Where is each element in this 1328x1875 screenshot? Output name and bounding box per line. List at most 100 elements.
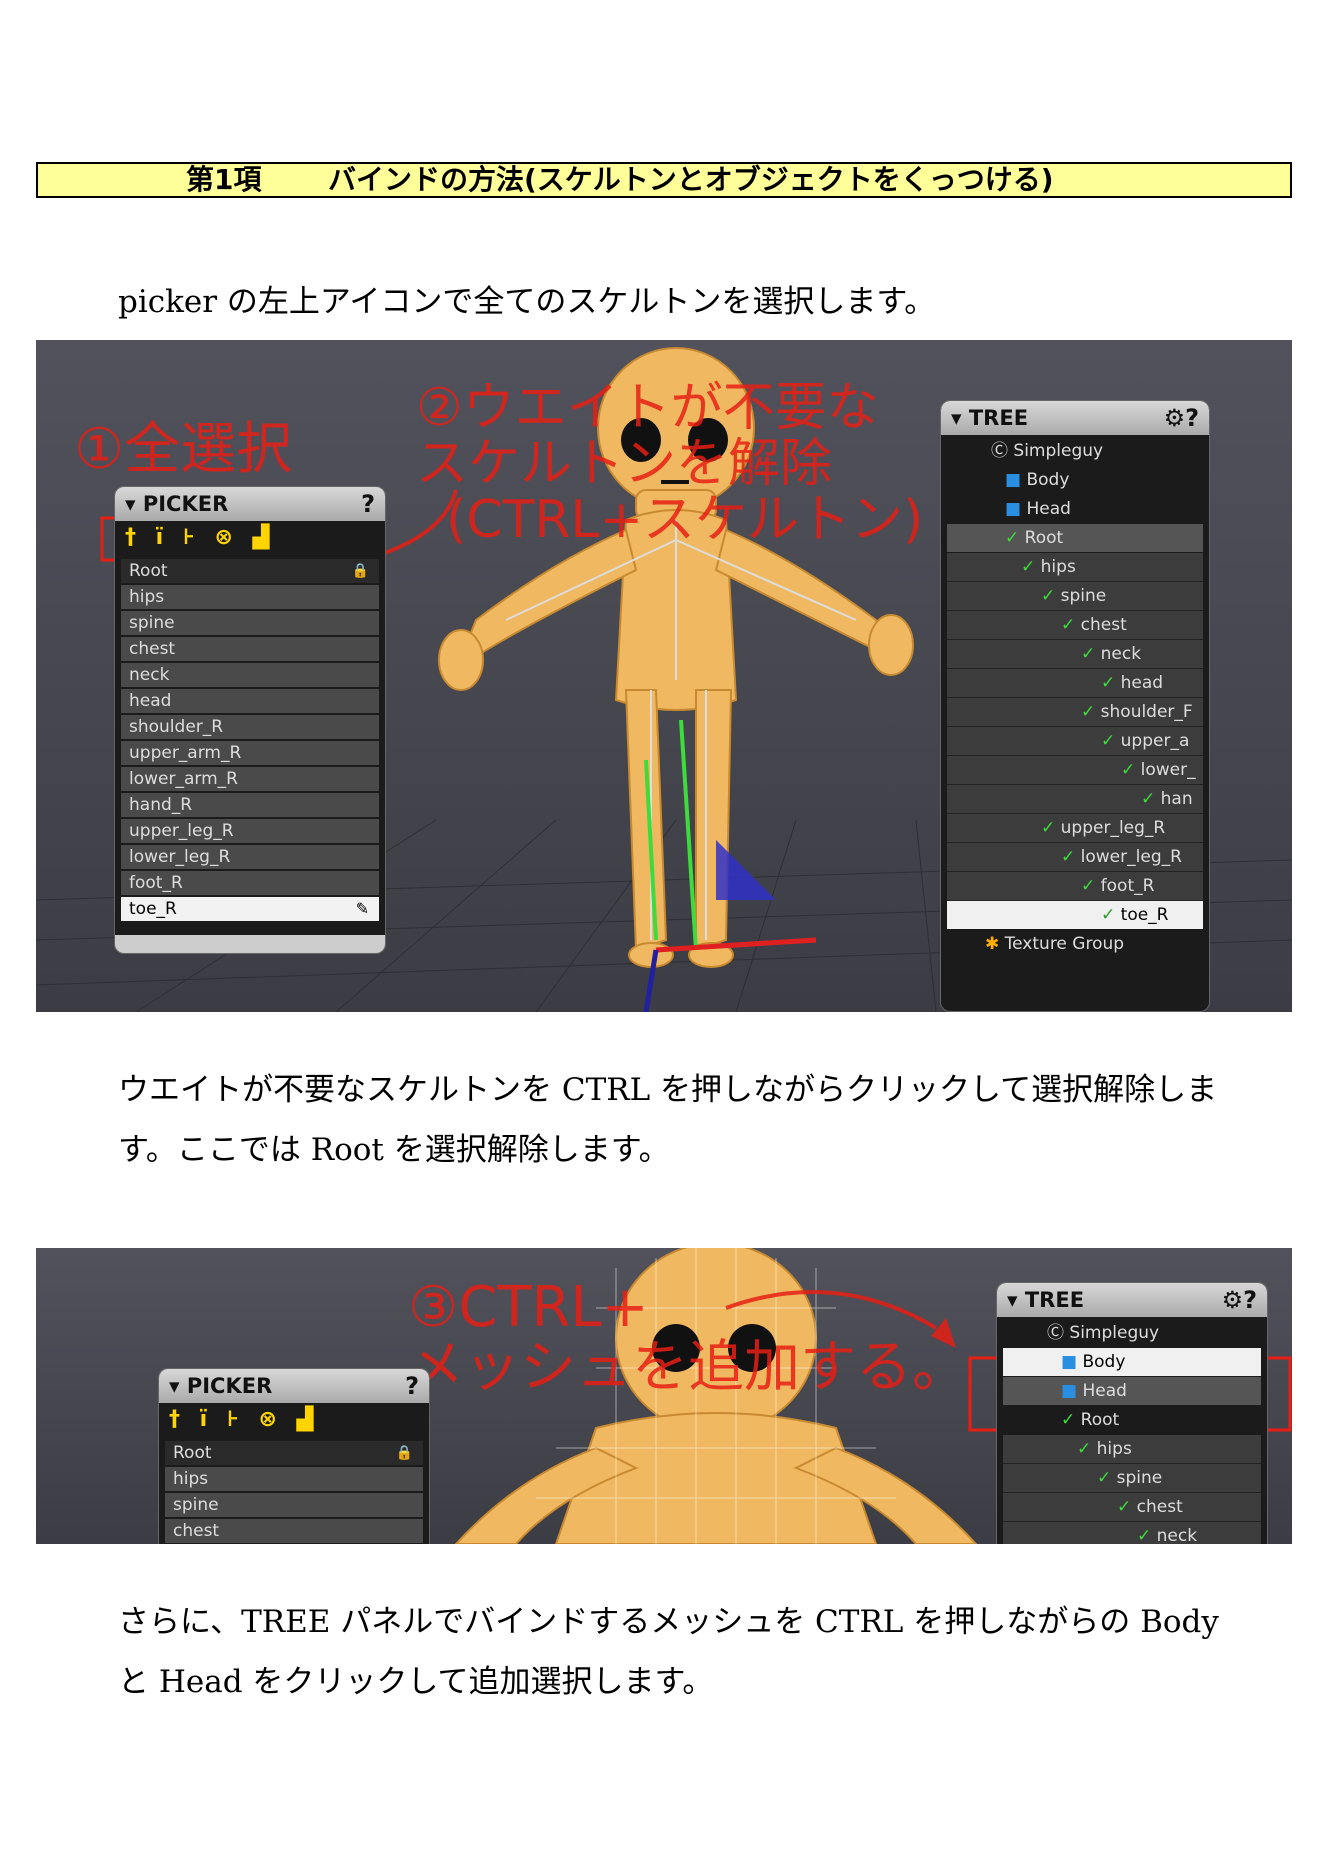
help-icon[interactable]: ? [361,487,375,521]
bone-icon: ✓ [1041,818,1056,838]
tree-item[interactable]: ✓ neck [1003,1522,1261,1544]
tree-item-selected[interactable]: ✓ toe_R [947,901,1203,929]
annotation-deselect-line2: スケルトンを解除 [416,434,833,494]
picker-item-root[interactable]: Root 🔒 [165,1441,423,1465]
bone-icon: ✓ [1061,847,1076,867]
lock-icon[interactable]: 🔒 [396,1441,413,1465]
tree-item[interactable]: ✓ chest [1003,1493,1261,1522]
tree-item[interactable]: ✓ hips [1003,1435,1261,1464]
picker-item[interactable]: chest [121,637,379,661]
tree-item[interactable]: ✓ lower_leg_R [947,843,1203,872]
section-number: 第1項 [186,163,262,196]
picker-item[interactable]: hips [121,585,379,609]
mesh-icon: ■ [1061,1381,1078,1401]
picker-item[interactable]: head [121,689,379,713]
bone-icon: ✓ [1077,1439,1092,1459]
picker-toolbar[interactable]: † ï ⊦ ⊗ ▟ [125,525,275,555]
paragraph-3-line1: さらに、TREE パネルでバインドするメッシュを CTRL を押しながらの Bo… [118,1604,1219,1640]
tree-item[interactable]: ✓ spine [947,582,1203,611]
picker-title: ▾ PICKER [125,492,229,516]
bone-icon: ✓ [1041,586,1056,606]
lock-icon[interactable]: 🔒 [352,559,369,583]
tree-item-simpleguy[interactable]: Ⓒ Simpleguy [1003,1319,1261,1347]
tree-list: Ⓒ Simpleguy ■ Body ■ Head ✓ Root ✓ hips … [947,437,1203,1011]
tree-item[interactable]: ✓ hips [947,553,1203,582]
picker-panel: ▾ PICKER ? † ï ⊦ ⊗ ▟ Root 🔒 hips spine ch… [158,1368,430,1544]
tree-title-bar[interactable]: ▾ TREE ⚙? [997,1283,1267,1317]
annotation-deselect-line1: ②ウエイトが不要な [416,378,879,438]
picker-item[interactable]: lower_arm_R [121,767,379,791]
bone-icon: ✓ [1141,789,1156,809]
picker-item[interactable]: lower_leg_R [121,845,379,869]
tree-item[interactable]: ✓ upper_a [947,727,1203,756]
tree-item-body[interactable]: ■ Body [947,466,1203,494]
bone-icon: ✓ [1121,760,1136,780]
tree-item[interactable]: ✓ han [947,785,1203,814]
picker-title-bar[interactable]: ▾ PICKER ? [115,487,385,521]
annotation-deselect-line3: (CTRL+スケルトン) [446,490,924,550]
bone-icon: ✓ [1081,876,1096,896]
tree-panel: ▾ TREE ⚙? Ⓒ Simpleguy ■ Body ■ Head ✓ Ro… [996,1282,1268,1544]
picker-item[interactable]: upper_leg_R [121,819,379,843]
picker-list: Root 🔒 hips spine chest [165,1441,423,1544]
tree-panel: ▾ TREE ⚙? Ⓒ Simpleguy ■ Body ■ Head ✓ Ro… [940,400,1210,1012]
settings-icon[interactable]: ⚙? [1164,401,1199,435]
tree-title-bar[interactable]: ▾ TREE ⚙? [941,401,1209,435]
tree-item-head-mesh[interactable]: ■ Head [947,495,1203,523]
picker-toolbar[interactable]: † ï ⊦ ⊗ ▟ [169,1407,319,1437]
screenshot-1: ①全選択 ②ウエイトが不要な スケルトンを解除 (CTRL+スケルトン) ▾ P… [36,340,1292,1012]
tree-item[interactable]: ✓ neck [947,640,1203,669]
picker-item[interactable]: hips [165,1467,423,1491]
tree-item-simpleguy[interactable]: Ⓒ Simpleguy [947,437,1203,465]
picker-list: Root 🔒 hips spine chest neck head shoulde… [121,559,379,923]
annotation-select-all: ①全選択 [74,417,293,482]
tree-item-root[interactable]: ✓ Root [1003,1406,1261,1434]
bone-icon: ✓ [1005,528,1020,548]
paragraph-2-line1: ウエイトが不要なスケルトンを CTRL を押しながらクリックして選択解除しま [118,1072,1218,1108]
picker-item[interactable]: foot_R [121,871,379,895]
bone-icon: ✓ [1101,673,1116,693]
picker-item-root[interactable]: Root 🔒 [121,559,379,583]
annotation-deselect: ②ウエイトが不要な スケルトンを解除 (CTRL+スケルトン) [416,380,923,548]
picker-item[interactable]: neck [121,663,379,687]
picker-item-selected[interactable]: toe_R ✎ [121,897,379,921]
tree-item-head-mesh[interactable]: ■ Head [1003,1377,1261,1405]
picker-item[interactable]: chest [165,1519,423,1543]
tree-item-body[interactable]: ■ Body [1003,1348,1261,1376]
tree-item[interactable]: ✓ lower_ [947,756,1203,785]
tree-item[interactable]: ✓ foot_R [947,872,1203,901]
screenshot-2: ③CTRL+ メッシュを追加する。 ▾ PICKER ? † ï ⊦ ⊗ ▟ R… [36,1248,1292,1544]
picker-title-bar[interactable]: ▾ PICKER ? [159,1369,429,1403]
picker-title: ▾ PICKER [169,1374,273,1398]
mesh-icon: ■ [1061,1352,1078,1372]
tree-item[interactable]: ✓ chest [947,611,1203,640]
picker-item[interactable]: hand_R [121,793,379,817]
picker-item[interactable]: spine [121,611,379,635]
section-heading: 第1項 バインドの方法(スケルトンとオブジェクトをくっつける) [36,162,1292,198]
bone-icon: ✓ [1101,905,1116,925]
help-icon[interactable]: ? [405,1369,419,1403]
mesh-icon: ■ [1005,499,1022,519]
picker-item[interactable]: shoulder_R [121,715,379,739]
tree-item[interactable]: ✓ spine [1003,1464,1261,1493]
tree-title: ▾ TREE [1007,1288,1085,1312]
tree-item-texture-group[interactable]: ✱ Texture Group [947,930,1203,958]
bone-icon: ✓ [1097,1468,1112,1488]
asterisk-icon: ✱ [985,934,1000,954]
brush-icon[interactable]: ✎ [356,897,369,921]
tree-item[interactable]: ✓ head [947,669,1203,698]
annotation-add-mesh: ③CTRL+ メッシュを追加する。 [408,1278,968,1398]
picker-item[interactable]: upper_arm_R [121,741,379,765]
tree-item-root[interactable]: ✓ Root [947,524,1203,552]
bone-icon: ✓ [1061,615,1076,635]
paragraph-3-line2: と Head をクリックして追加選択します。 [118,1664,714,1700]
bone-icon: ✓ [1101,731,1116,751]
tree-title: ▾ TREE [951,406,1029,430]
tree-item[interactable]: ✓ shoulder_F [947,698,1203,727]
settings-icon[interactable]: ⚙? [1222,1283,1257,1317]
picker-item[interactable]: spine [165,1493,423,1517]
picker-resize-handle[interactable] [115,935,385,953]
tree-item[interactable]: ✓ upper_leg_R [947,814,1203,843]
annotation-add-mesh-line2: メッシュを追加する。 [408,1335,968,1400]
bone-icon: ✓ [1021,557,1036,577]
